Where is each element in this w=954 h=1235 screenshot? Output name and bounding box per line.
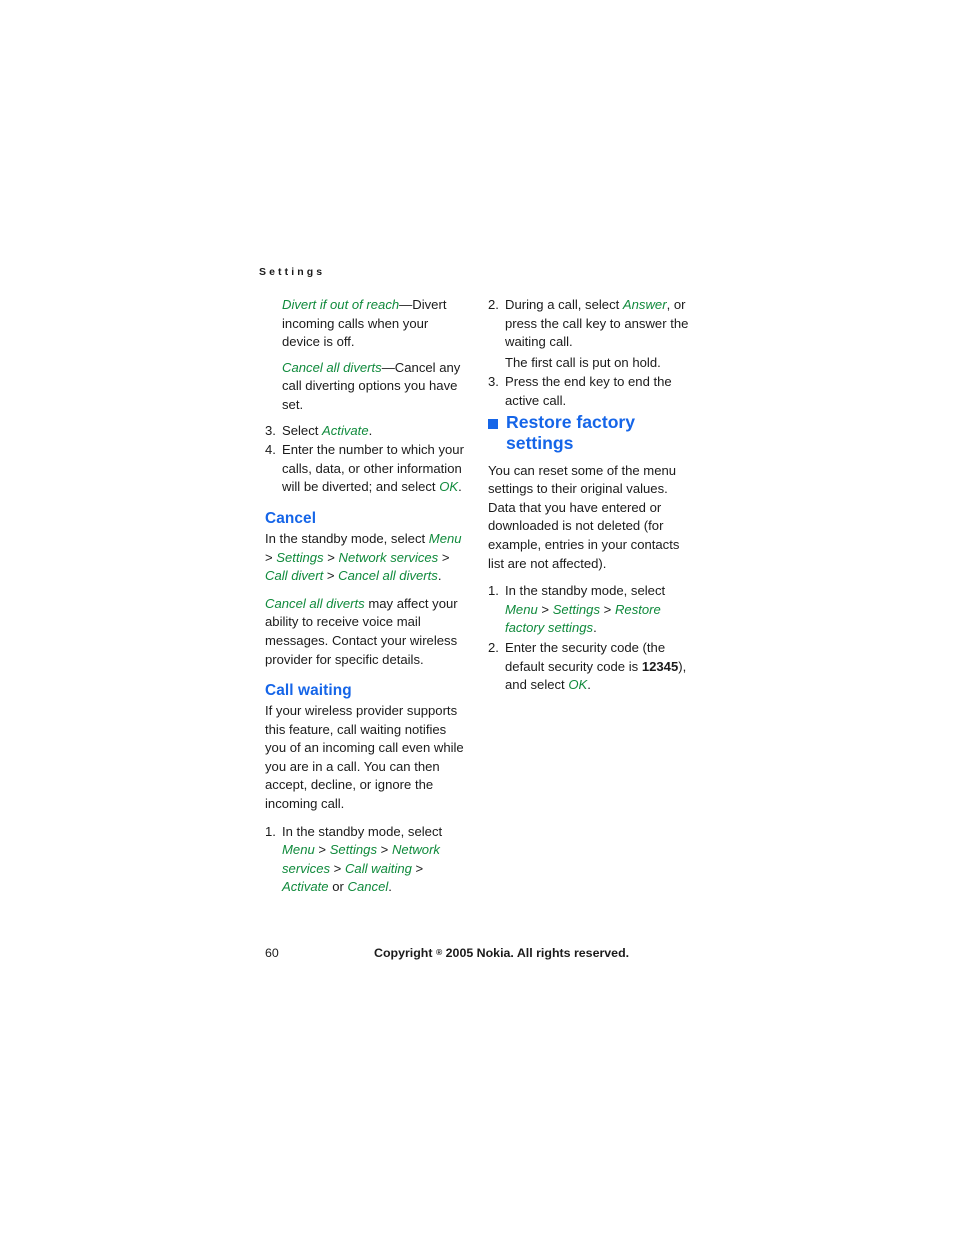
- step-text: Enter the number to which your calls, da…: [282, 442, 464, 495]
- chapter-heading-line-2: settings: [506, 433, 574, 454]
- menu-reference: Menu: [282, 842, 315, 858]
- step-text: In the standby mode, select: [505, 583, 666, 599]
- definition-divert-if-out-of-reach: Divert if out of reach—Divert incoming c…: [282, 296, 467, 352]
- path-separator: >: [330, 860, 345, 876]
- list-item: 2. During a call, select Answer, or press…: [488, 296, 690, 372]
- step-number: 3.: [488, 374, 499, 390]
- path-separator: >: [411, 860, 424, 876]
- step-number: 2.: [488, 297, 499, 312]
- definition-term: Divert if out of reach: [282, 297, 400, 312]
- menu-reference: Cancel all diverts: [265, 595, 365, 611]
- menu-reference: Call waiting: [344, 860, 412, 876]
- call-waiting-body: If your wireless provider supports this …: [265, 703, 464, 812]
- menu-reference: Answer: [622, 297, 667, 312]
- path-separator: >: [438, 549, 450, 565]
- path-separator: >: [377, 842, 392, 858]
- path-separator: >: [314, 842, 330, 858]
- path-separator: >: [323, 568, 339, 584]
- step-text-end: .: [368, 422, 373, 438]
- step-subtext: The first call is put on hold.: [505, 354, 661, 370]
- step-text: In the standby mode, select: [282, 823, 443, 839]
- list-item: 3. Select Activate.: [265, 422, 467, 441]
- path-separator: >: [600, 601, 615, 617]
- step-number: 4.: [265, 442, 276, 458]
- menu-reference: Settings: [552, 601, 601, 617]
- running-header: Settings: [259, 266, 326, 278]
- call-waiting-steps: 1. In the standby mode, select Menu > Set…: [265, 823, 467, 897]
- menu-reference: Menu: [505, 601, 538, 617]
- call-waiting-steps-continued: 2. During a call, select Answer, or press…: [488, 296, 690, 411]
- square-bullet-icon: [488, 418, 498, 429]
- menu-reference: Menu: [428, 530, 462, 546]
- or-word: or: [328, 879, 348, 895]
- menu-reference: Activate: [282, 879, 329, 895]
- path-intro: In the standby mode, select: [265, 530, 429, 546]
- step-number: 1.: [488, 583, 499, 599]
- path-separator: >: [323, 549, 339, 565]
- path-separator: >: [537, 601, 553, 617]
- definition-term: Cancel all diverts: [282, 359, 382, 375]
- menu-reference: Activate: [322, 422, 369, 438]
- document-page: Settings Divert if out of reach—Divert i…: [0, 0, 954, 1235]
- copyright-notice: Copyright ® 2005 Nokia. All rights reser…: [374, 946, 629, 960]
- list-item: 4. Enter the number to which your calls, …: [265, 441, 467, 497]
- right-column: 2. During a call, select Answer, or press…: [488, 296, 690, 696]
- section-heading-cancel: Cancel: [265, 509, 317, 527]
- step-text-end: .: [458, 479, 462, 495]
- step-text: During a call, select: [505, 297, 623, 312]
- chapter-heading-restore-factory-settings: Restore factory settings: [488, 412, 690, 455]
- path-end: .: [437, 568, 442, 584]
- step-number: 3.: [265, 422, 276, 438]
- section-heading-call-waiting: Call waiting: [265, 682, 352, 700]
- menu-reference: Cancel: [347, 879, 389, 895]
- security-code-value: 12345: [641, 658, 679, 674]
- list-item: 2. Enter the security code (the default s…: [488, 639, 690, 695]
- menu-reference: OK: [439, 479, 459, 495]
- definition-dash: —: [399, 297, 413, 312]
- page-number: 60: [265, 946, 279, 960]
- definition-dash: —: [381, 359, 395, 375]
- list-item: 1. In the standby mode, select Menu > Set…: [488, 582, 690, 638]
- step-text-end: .: [388, 879, 392, 895]
- copyright-pre: Copyright: [374, 946, 436, 960]
- definition-cancel-all-diverts: Cancel all diverts—Cancel any call diver…: [282, 359, 467, 415]
- step-number: 2.: [488, 639, 499, 655]
- left-column: Divert if out of reach—Divert incoming c…: [265, 296, 467, 898]
- step-number: 1.: [265, 823, 276, 839]
- menu-reference: Network services: [338, 549, 439, 565]
- menu-reference: Cancel all diverts: [338, 568, 438, 584]
- call-divert-steps: 3. Select Activate. 4. Enter the number to…: [265, 422, 467, 497]
- step-text-end: .: [593, 620, 597, 636]
- menu-reference: Settings: [329, 842, 378, 858]
- step-text: Select: [282, 422, 323, 438]
- cancel-note: Cancel all diverts may affect your abili…: [265, 595, 467, 669]
- restore-body: You can reset some of the menu settings …: [488, 462, 680, 571]
- step-text: Press the end key to end the active call…: [505, 374, 672, 408]
- restore-steps: 1. In the standby mode, select Menu > Set…: [488, 582, 690, 695]
- menu-reference: OK: [568, 677, 588, 693]
- page-footer: 60 Copyright ® 2005 Nokia. All rights re…: [0, 946, 954, 966]
- list-item: 3. Press the end key to end the active ca…: [488, 373, 690, 410]
- menu-reference: Settings: [276, 549, 324, 565]
- step-text-end: .: [587, 677, 591, 693]
- chapter-heading-line-1: Restore factory: [506, 411, 636, 432]
- cancel-menu-path: In the standby mode, select Menu > Setti…: [265, 530, 467, 586]
- menu-reference: Call divert: [265, 568, 324, 584]
- list-item: 1. In the standby mode, select Menu > Set…: [265, 823, 467, 897]
- path-separator: >: [265, 549, 277, 565]
- copyright-post: 2005 Nokia. All rights reserved.: [442, 946, 630, 960]
